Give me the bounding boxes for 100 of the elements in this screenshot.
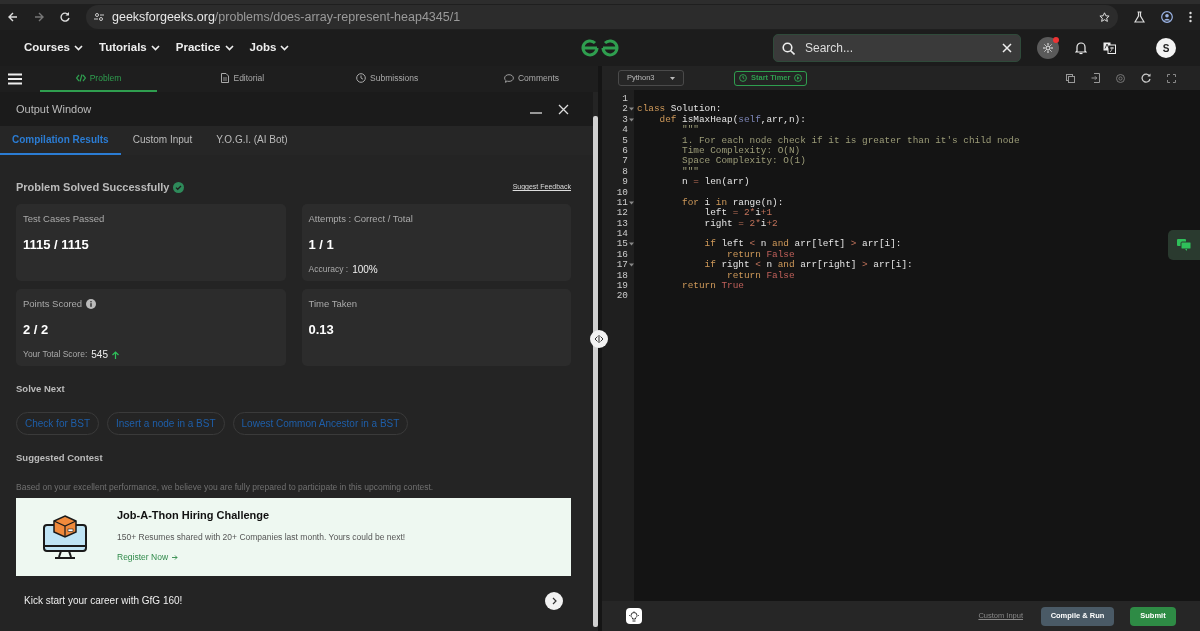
chevron-down-icon [150, 45, 160, 51]
import-icon[interactable] [1091, 73, 1100, 83]
close-icon[interactable] [1002, 43, 1012, 53]
caret-down-icon [670, 76, 675, 80]
more-icon[interactable] [1189, 11, 1192, 23]
copy-icon[interactable] [1066, 73, 1075, 83]
register-link[interactable]: Register Now [117, 551, 406, 565]
tab[interactable]: Comments [473, 66, 590, 92]
stat-value: 1 / 1 [308, 235, 335, 254]
nav-menu[interactable]: Courses [24, 39, 84, 57]
clock-icon [739, 74, 747, 82]
stat-value: 2 / 2 [23, 320, 50, 339]
section-heading: Solve Next [16, 381, 66, 396]
target-icon[interactable] [1116, 73, 1125, 83]
star-icon[interactable] [1099, 11, 1110, 23]
line-number: 14 [616, 228, 628, 240]
code-line: Space Complexity: O(1) [681, 156, 806, 167]
flask-icon[interactable] [1134, 11, 1145, 23]
next-button[interactable] [545, 591, 563, 610]
avatar[interactable]: S [1156, 38, 1176, 58]
status-heading: Problem Solved Successfully [16, 180, 170, 195]
panel-title: Output Window [16, 101, 92, 117]
line-number: 1 [622, 93, 628, 104]
stat-label: Attempts : Correct / Total [308, 211, 413, 226]
contest-note: Based on your excellent performance, we believe you are fully prepared to participate in this upcoming contest. [16, 481, 435, 494]
search-field[interactable]: Search... [803, 38, 973, 58]
stat-value: 0.13 [308, 320, 335, 339]
tab[interactable]: Editorial [184, 66, 302, 92]
line-number: 5 [622, 134, 628, 146]
fold-caret-icon[interactable] [629, 107, 634, 112]
stat-label: Test Cases Passed [23, 211, 105, 226]
chat-button[interactable] [1168, 230, 1200, 260]
search-bar[interactable]: Search... [773, 34, 1021, 62]
line-number: 13 [616, 217, 628, 229]
code-line: n = len(arr) [681, 177, 750, 188]
fold-caret-icon[interactable] [629, 263, 634, 268]
hint-button[interactable] [626, 608, 642, 624]
sun-icon [1043, 43, 1053, 53]
detail-label: Accuracy : [308, 263, 349, 277]
nav-menu[interactable]: Tutorials [99, 39, 160, 57]
tab[interactable]: Custom Input [120, 126, 205, 155]
code-line: if left < n and arr[left] > arr[i]: [703, 239, 902, 250]
reset-icon[interactable] [1141, 73, 1151, 83]
bell-icon[interactable] [1075, 41, 1087, 55]
contest-description: 150+ Resumes shared with 20+ Companies last month. Yours could be next! [117, 530, 406, 544]
forward-icon[interactable] [34, 12, 44, 22]
line-number: 7 [622, 155, 628, 167]
line-number: 10 [616, 186, 628, 198]
line-number: 4 [622, 124, 628, 136]
profile-icon[interactable] [1161, 11, 1173, 23]
line-number: 2 [622, 103, 628, 115]
back-icon[interactable] [8, 12, 18, 22]
line-number: 6 [622, 144, 628, 156]
banner-text: Kick start your career with GfG 160! [24, 594, 183, 609]
document-icon [221, 73, 230, 83]
fold-caret-icon[interactable] [629, 200, 634, 205]
fold-caret-icon[interactable] [629, 242, 634, 247]
reload-icon[interactable] [60, 12, 70, 22]
clock-icon [356, 73, 367, 83]
section-heading: Suggested Contest [16, 450, 104, 465]
nav-menu[interactable]: Jobs [249, 39, 290, 57]
code-line: class Solution: [636, 104, 722, 115]
tab[interactable]: Compilation Results [0, 126, 121, 155]
comment-icon [503, 73, 514, 83]
menu-icon[interactable] [8, 73, 22, 85]
line-number: 8 [622, 165, 628, 177]
line-number: 15 [616, 238, 628, 250]
code-line: return False [726, 270, 795, 282]
monitor-box-icon [41, 512, 89, 561]
scrollbar[interactable] [593, 116, 598, 627]
code-line: Time Complexity: O(N) [681, 145, 801, 156]
line-number: 17 [616, 259, 628, 271]
logo-icon[interactable] [580, 38, 620, 58]
fullscreen-icon[interactable] [1167, 73, 1176, 83]
theme-toggle[interactable] [1037, 37, 1059, 59]
code-icon [75, 74, 86, 82]
line-number: 11 [616, 196, 628, 208]
code-line: """ [681, 166, 699, 178]
chevron-down-icon [74, 45, 84, 51]
code-line: for i in range(n): [681, 197, 784, 208]
line-number: 18 [616, 269, 628, 281]
translate-icon[interactable] [1103, 42, 1116, 54]
close-icon[interactable] [558, 103, 569, 115]
code-line: right = 2*i+2 [703, 218, 778, 230]
fold-caret-icon[interactable] [629, 117, 634, 122]
chevron-right-icon [551, 596, 557, 605]
code-line: """ [681, 125, 699, 136]
code-line: if right < n and arr[right] > arr[i]: [703, 260, 913, 271]
site-settings-icon[interactable] [94, 12, 104, 22]
stat-value: 1115 / 1115 [23, 235, 90, 254]
lightbulb-icon [629, 610, 639, 622]
nav-menu[interactable]: Practice [175, 39, 234, 57]
tab[interactable]: Y.O.G.I. (AI Bot) [204, 126, 300, 155]
line-number: 20 [616, 290, 628, 302]
chevron-down-icon [224, 45, 234, 51]
tab[interactable]: Submissions [328, 66, 446, 92]
detail-label: Your Total Score: [23, 348, 88, 362]
line-number: 3 [622, 113, 628, 125]
play-circle-icon [794, 74, 803, 82]
chevron-down-icon [280, 45, 290, 51]
